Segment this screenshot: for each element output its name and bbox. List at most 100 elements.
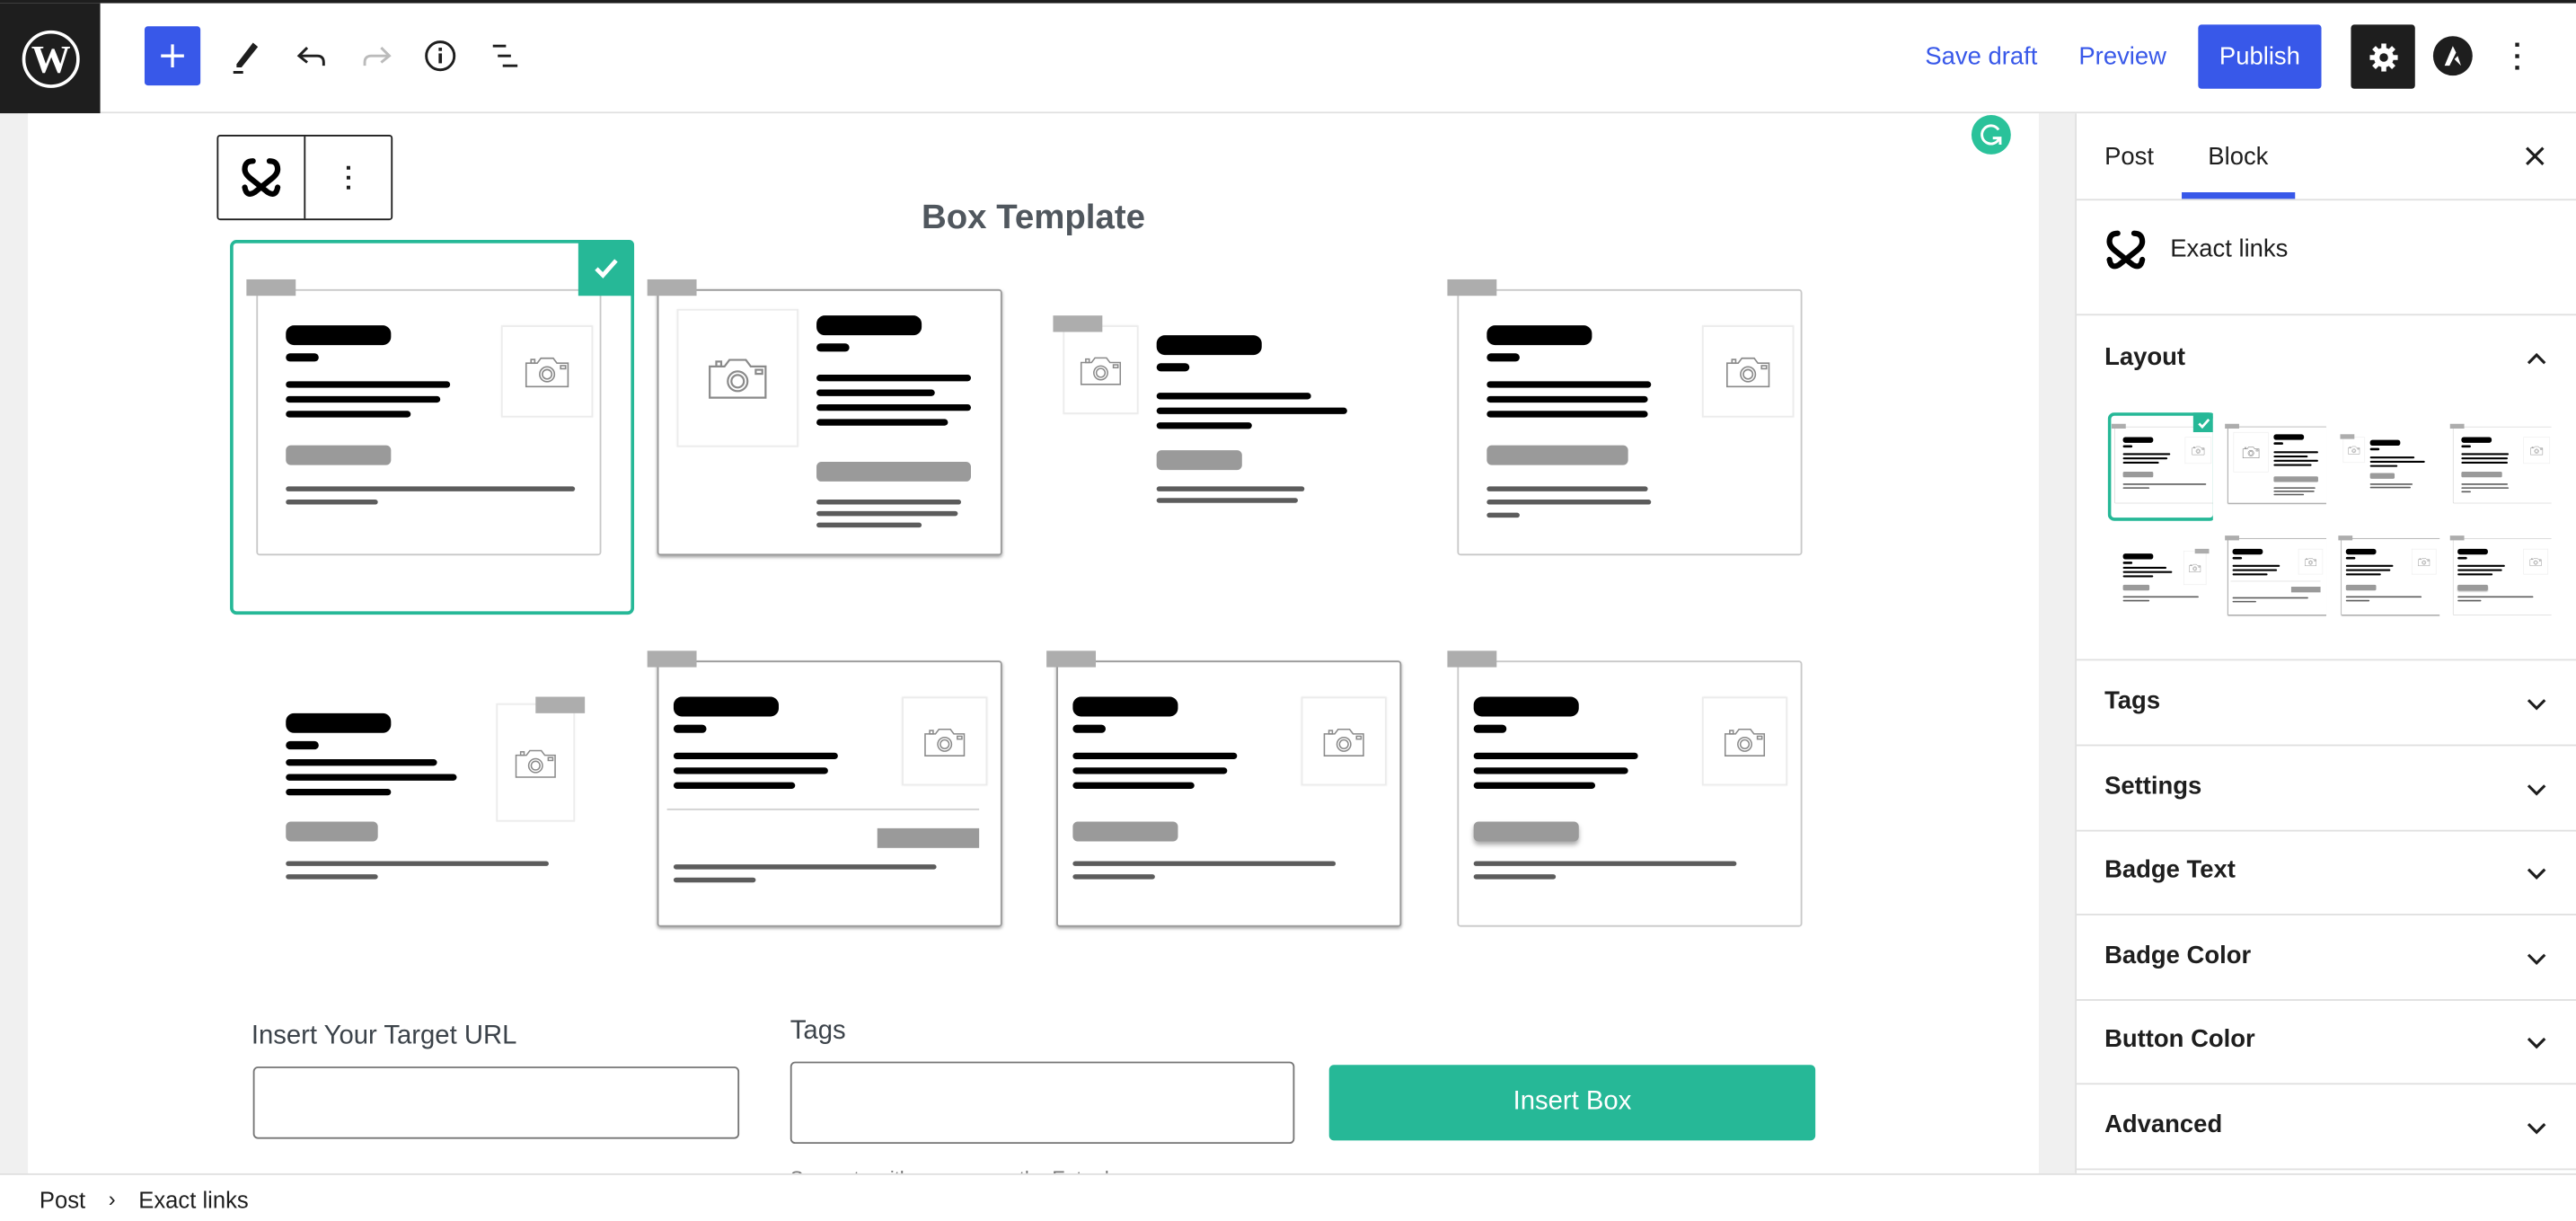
preview-text-line bbox=[2345, 573, 2381, 576]
preview-text-line bbox=[2273, 464, 2312, 466]
publish-button[interactable]: Publish bbox=[2198, 24, 2322, 89]
details-button[interactable] bbox=[414, 26, 467, 85]
template-option[interactable] bbox=[634, 240, 1012, 618]
check-icon bbox=[2192, 412, 2213, 433]
preview-footer-line bbox=[2461, 483, 2509, 485]
save-draft-button[interactable]: Save draft bbox=[1916, 26, 2047, 85]
wordpress-logo-button[interactable]: W bbox=[0, 3, 101, 114]
add-block-button[interactable] bbox=[144, 26, 201, 86]
insert-box-button[interactable]: Insert Box bbox=[1328, 1065, 1816, 1141]
preview-badge bbox=[1447, 279, 1497, 296]
preview-badge bbox=[1447, 650, 1497, 668]
preview-text-line bbox=[1156, 393, 1311, 400]
more-vertical-icon bbox=[346, 165, 350, 190]
template-option[interactable] bbox=[1434, 611, 1813, 989]
preview-image bbox=[1701, 696, 1788, 786]
preview-footer-line bbox=[2369, 483, 2413, 485]
wordpress-icon: W bbox=[21, 29, 79, 87]
tab-block[interactable]: Block bbox=[2182, 113, 2294, 199]
preview-button bbox=[2461, 471, 2502, 478]
preview-text-line bbox=[816, 419, 948, 426]
template-preview bbox=[634, 611, 1002, 989]
options-button[interactable] bbox=[2497, 26, 2536, 85]
preview-subtitle-bar bbox=[2273, 442, 2283, 445]
template-option[interactable] bbox=[1434, 240, 1813, 618]
preview-title-bar bbox=[2273, 434, 2305, 440]
template-option[interactable] bbox=[634, 611, 1012, 989]
preview-image bbox=[2523, 548, 2548, 575]
sidebar-panel-button-color[interactable]: Button Color bbox=[2076, 999, 2576, 1085]
preview-button[interactable]: Preview bbox=[2073, 26, 2172, 85]
preview-title-bar bbox=[1156, 335, 1262, 356]
preview-text-line bbox=[2461, 461, 2509, 464]
astra-button[interactable] bbox=[2431, 26, 2475, 85]
template-option[interactable] bbox=[1034, 611, 1412, 989]
undo-button[interactable] bbox=[286, 26, 339, 85]
preview-text-line bbox=[673, 767, 828, 774]
layout-thumbnail[interactable] bbox=[2334, 412, 2439, 521]
close-sidebar-button[interactable] bbox=[2515, 137, 2554, 176]
preview-title-bar bbox=[673, 696, 779, 717]
preview-footer-line bbox=[816, 522, 922, 528]
chevron-down-icon[interactable] bbox=[2523, 690, 2549, 716]
list-view-button[interactable] bbox=[480, 26, 533, 85]
template-preview bbox=[1034, 240, 1398, 618]
template-option[interactable] bbox=[1034, 240, 1412, 618]
tools-button[interactable] bbox=[220, 26, 273, 85]
preview-footer-line bbox=[2457, 596, 2534, 598]
preview-text-line bbox=[2457, 564, 2505, 567]
camera-icon bbox=[2417, 557, 2430, 567]
tab-post[interactable]: Post bbox=[2104, 113, 2154, 199]
preview-button bbox=[1473, 821, 1579, 842]
breadcrumb-post[interactable]: Post bbox=[40, 1186, 85, 1212]
sidebar-panel-settings[interactable]: Settings bbox=[2076, 745, 2576, 831]
block-name: Exact links bbox=[2170, 234, 2289, 263]
target-url-input[interactable] bbox=[252, 1066, 740, 1139]
gear-icon bbox=[2369, 42, 2397, 71]
sidebar-panel-advanced[interactable]: Advanced bbox=[2076, 1084, 2576, 1170]
info-icon bbox=[425, 40, 456, 72]
preview-title-bar bbox=[2369, 439, 2401, 446]
chevron-down-icon[interactable] bbox=[2523, 1113, 2549, 1139]
preview-footer-line bbox=[1473, 874, 1557, 880]
preview-subtitle-bar bbox=[2457, 556, 2467, 560]
layout-panel-title[interactable]: Layout bbox=[2104, 343, 2185, 371]
chevron-down-icon[interactable] bbox=[2523, 860, 2549, 886]
layout-thumbnail[interactable] bbox=[2447, 412, 2552, 521]
template-option[interactable] bbox=[234, 611, 612, 989]
redo-button[interactable] bbox=[350, 26, 403, 85]
layout-thumbnail[interactable] bbox=[2447, 524, 2552, 633]
tags-input[interactable] bbox=[790, 1061, 1295, 1145]
preview-title-bar bbox=[816, 315, 922, 336]
layout-thumbnail[interactable] bbox=[2221, 524, 2327, 633]
chevron-down-icon[interactable] bbox=[2523, 774, 2549, 801]
camera-icon bbox=[513, 745, 559, 779]
sidebar-panel-badge-text[interactable]: Badge Text bbox=[2076, 830, 2576, 916]
chevron-down-icon[interactable] bbox=[2523, 1029, 2549, 1055]
breadcrumb-block[interactable]: Exact links bbox=[138, 1186, 248, 1212]
layout-thumbnail[interactable] bbox=[2108, 524, 2213, 633]
preview-subtitle-bar bbox=[2122, 562, 2133, 564]
layout-thumbnail[interactable] bbox=[2107, 412, 2213, 521]
grammarly-button[interactable] bbox=[1971, 115, 2011, 155]
camera-icon bbox=[2529, 445, 2544, 456]
camera-icon bbox=[1722, 724, 1768, 758]
chevron-down-icon[interactable] bbox=[2523, 944, 2549, 970]
preview-subtitle-bar bbox=[673, 724, 707, 733]
camera-icon bbox=[2347, 445, 2360, 455]
preview-text-line bbox=[2273, 459, 2318, 462]
preview-footer-line bbox=[2273, 487, 2316, 489]
template-option[interactable] bbox=[230, 240, 635, 618]
preview-button bbox=[286, 821, 378, 842]
sidebar-panel-badge-color[interactable]: Badge Color bbox=[2076, 915, 2576, 1001]
layout-toggle[interactable] bbox=[2523, 345, 2549, 371]
preview-subtitle-bar bbox=[1072, 724, 1106, 733]
preview-text-line bbox=[2461, 457, 2509, 460]
layout-thumbnail[interactable] bbox=[2221, 412, 2327, 521]
layout-thumbnail[interactable] bbox=[2334, 524, 2440, 633]
preview-subtitle-bar bbox=[2232, 556, 2243, 560]
template-preview bbox=[1434, 240, 1803, 618]
sidebar-panel-tags[interactable]: Tags bbox=[2076, 660, 2576, 747]
preview-button bbox=[2273, 476, 2318, 482]
settings-button[interactable] bbox=[2351, 24, 2415, 89]
